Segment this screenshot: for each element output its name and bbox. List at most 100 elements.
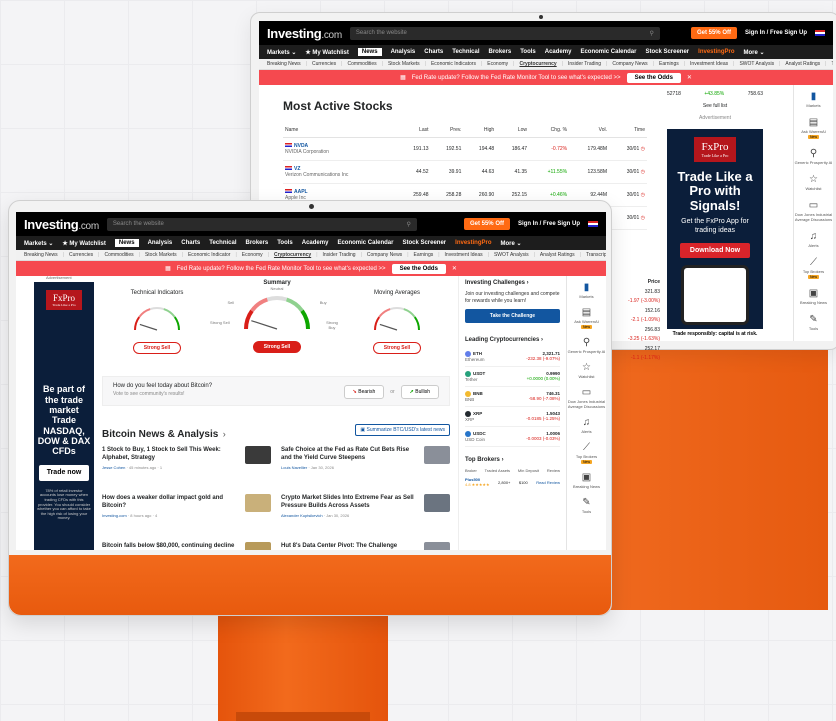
subnav-item[interactable]: Cryptocurrency <box>519 61 556 67</box>
news-article[interactable]: How does a weaker dollar impact gold and… <box>102 494 271 536</box>
rail-item-alerts[interactable]: ♫ Alerts <box>581 417 591 434</box>
search-input[interactable]: Search the website ⚲ <box>349 26 660 40</box>
sign-in-link[interactable]: Sign In / Free Sign Up <box>518 221 580 227</box>
article-thumbnail[interactable] <box>424 446 450 464</box>
see-full-list-link[interactable]: See full list <box>667 103 763 109</box>
subnav-item[interactable]: SWOT Analysis <box>494 252 529 258</box>
rail-item-ask-warrenai[interactable]: ▤ Ask WarrenAI New <box>574 307 599 329</box>
nav-item[interactable]: Tools <box>520 49 536 55</box>
article-thumbnail[interactable] <box>245 446 271 464</box>
nav-item[interactable]: InvestingPro <box>455 240 491 246</box>
subnav-item[interactable]: Company News <box>367 252 402 258</box>
nav-item[interactable]: Academy <box>545 49 572 55</box>
subnav-item[interactable]: Stock Markets <box>388 61 420 67</box>
subnav-item[interactable]: Earnings <box>659 61 679 67</box>
article-title[interactable]: 1 Stock to Buy, 1 Stock to Sell This Wee… <box>102 446 241 462</box>
subnav-item[interactable]: Insider Trading <box>568 61 601 67</box>
trade-now-button[interactable]: Trade now <box>39 464 89 481</box>
subnav-item[interactable]: Transcripts <box>586 252 606 258</box>
news-article[interactable]: Bitcoin falls below $80,000, continuing … <box>102 542 271 550</box>
summarize-button[interactable]: ▣ Summarize BTC/USD's latest news <box>355 424 450 436</box>
subnav-item[interactable]: Currencies <box>69 252 93 258</box>
subnav-item[interactable]: Cryptocurrency <box>274 252 311 258</box>
article-title[interactable]: Bitcoin falls below $80,000, continuing … <box>102 542 241 550</box>
subnav-item[interactable]: Transcripts <box>831 61 833 67</box>
nav-item[interactable]: Brokers <box>489 49 512 55</box>
article-author[interactable]: Investing.com <box>102 513 127 518</box>
nav-item[interactable]: Analysis <box>391 49 416 55</box>
rail-item-alerts[interactable]: ♫ Alerts <box>808 231 818 248</box>
table-row[interactable]: NVDA NVIDIA Corporation 191.13 192.51 194.48… <box>283 137 647 161</box>
challenges-title[interactable]: Investing Challenges › <box>465 280 560 286</box>
crypto-row[interactable]: ETH Ethereum 2,321.71 -232.38 (-9.07%) <box>465 347 560 367</box>
subnav-item[interactable]: Economic Indicators <box>431 61 476 67</box>
bearish-button[interactable]: ➘ Bearish <box>343 385 385 399</box>
download-now-button[interactable]: Download Now <box>679 243 751 259</box>
nav-item[interactable]: Stock Screener <box>402 240 446 246</box>
close-icon[interactable]: ✕ <box>452 265 457 272</box>
subnav-item[interactable]: Analyst Ratings <box>785 61 820 67</box>
news-article[interactable]: Safe Choice at the Fed as Rate Cut Bets … <box>281 446 450 488</box>
read-review-link[interactable]: Read Review <box>536 480 560 485</box>
fxpro-left-ad[interactable]: FxPro Trade Like a Pro Be part of the tra… <box>34 282 94 550</box>
rail-item-markets[interactable]: ▮ Markets <box>579 282 593 299</box>
subnav-item[interactable]: Earnings <box>414 252 434 258</box>
article-thumbnail[interactable] <box>424 494 450 512</box>
news-article[interactable]: Crypto Market Slides Into Extreme Fear a… <box>281 494 450 536</box>
brokers-title[interactable]: Top Brokers › <box>465 457 560 463</box>
rail-item-generic-prosperity-ai[interactable]: ⚲ Generic Prosperity AI <box>568 337 606 354</box>
article-author[interactable]: Alexander Kuptsikevich <box>281 513 323 518</box>
nav-item[interactable]: Technical <box>209 240 236 246</box>
article-thumbnail[interactable] <box>424 542 450 550</box>
see-odds-button[interactable]: See the Odds <box>626 72 681 83</box>
nav-item[interactable]: Academy <box>302 240 329 246</box>
nav-item[interactable]: Markets ⌄ <box>267 49 296 56</box>
stock-name-cell[interactable]: NVDA NVIDIA Corporation <box>283 137 398 161</box>
nav-item[interactable]: Brokers <box>246 240 269 246</box>
subnav-item[interactable]: Analyst Ratings <box>540 252 575 258</box>
article-text[interactable]: Safe Choice at the Fed as Rate Cut Bets … <box>281 446 420 488</box>
subnav-item[interactable]: Investment Ideas <box>690 61 728 67</box>
rail-item-top-brokers[interactable]: ⟋ Top Brokers New <box>803 257 824 279</box>
subnav-item[interactable]: Investment Ideas <box>445 252 483 258</box>
nav-item[interactable]: Economic Calendar <box>337 240 393 246</box>
crypto-row[interactable]: BNB BNB 746.31 -58.90 (-7.08%) <box>465 387 560 407</box>
article-author[interactable]: Louis Navellier <box>281 465 307 470</box>
stock-name-cell[interactable]: VZ Verizon Communications Inc <box>283 160 398 184</box>
article-title[interactable]: Safe Choice at the Fed as Rate Cut Bets … <box>281 446 420 462</box>
subnav-item[interactable]: Commodities <box>347 61 376 67</box>
nav-item[interactable]: ★ My Watchlist <box>305 49 349 56</box>
rail-item-top-brokers[interactable]: ⟋ Top Brokers New <box>576 442 597 464</box>
banner-text[interactable]: Fed Rate update? Follow the Fed Rate Mon… <box>412 75 621 81</box>
rail-item-tools[interactable]: ✎ Tools <box>809 314 818 331</box>
rail-item-breaking-news[interactable]: ▣ Breaking News <box>800 288 827 305</box>
subnav-item[interactable]: Insider Trading <box>323 252 356 258</box>
article-text[interactable]: Hut 8's Data Center Pivot: The Challenge… <box>281 542 420 550</box>
broker-row[interactable]: Plus500 4.8 ★★★★★ 2,800+ $100 Read Review <box>465 477 560 487</box>
fxpro-ad[interactable]: FxPro Trade Like a Pro Trade Like a Pro w… <box>667 129 763 339</box>
rail-item-watchlist[interactable]: ☆ Watchlist <box>805 174 821 191</box>
sign-in-link[interactable]: Sign In / Free Sign Up <box>745 30 807 36</box>
rail-item-watchlist[interactable]: ☆ Watchlist <box>578 362 594 379</box>
nav-item[interactable]: Tools <box>277 240 293 246</box>
article-text[interactable]: Crypto Market Slides Into Extreme Fear a… <box>281 494 420 536</box>
nav-item[interactable]: Markets ⌄ <box>24 240 53 247</box>
rail-item-breaking-news[interactable]: ▣ Breaking News <box>573 472 600 489</box>
crypto-row[interactable]: XRP XRP 1.5043 -0.0185 (-1.25%) <box>465 407 560 427</box>
subnav-item[interactable]: Economic Indicator <box>188 252 231 258</box>
see-odds-button[interactable]: See the Odds <box>391 263 446 274</box>
search-input[interactable]: Search the website ⚲ <box>106 217 417 231</box>
subnav-item[interactable]: Breaking News <box>267 61 301 67</box>
rail-item-tools[interactable]: ✎ Tools <box>582 497 591 514</box>
crypto-row[interactable]: USDC USD Coin 1.0006 -0.0003 (-0.03%) <box>465 427 560 447</box>
article-thumbnail[interactable] <box>245 542 271 550</box>
table-row[interactable]: VZ Verizon Communications Inc 44.52 39.91 44… <box>283 160 647 184</box>
site-logo[interactable]: Investing.com <box>24 217 99 232</box>
subnav-item[interactable]: Breaking News <box>24 252 58 258</box>
news-article[interactable]: 1 Stock to Buy, 1 Stock to Sell This Wee… <box>102 446 271 488</box>
promo-button[interactable]: Get 55% Off <box>690 27 737 39</box>
article-title[interactable]: Crypto Market Slides Into Extreme Fear a… <box>281 494 420 510</box>
article-title[interactable]: Hut 8's Data Center Pivot: The Challenge… <box>281 542 420 550</box>
article-author[interactable]: Jesse Cohen <box>102 465 125 470</box>
flag-icon[interactable] <box>815 30 825 36</box>
